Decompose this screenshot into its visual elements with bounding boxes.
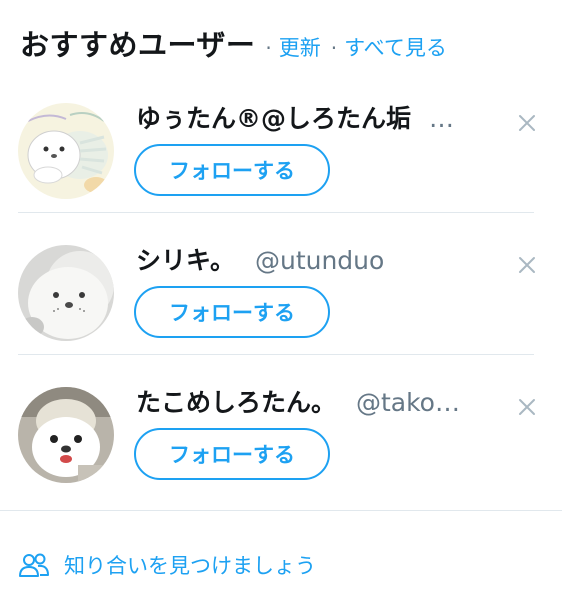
user-name-line: シリキ。 @utunduo [136, 244, 486, 278]
recommendations-header: おすすめユーザー · 更新 · すべて見る [20, 22, 447, 62]
section-divider [0, 510, 562, 511]
find-people-link[interactable]: 知り合いを見つけましょう [18, 548, 316, 582]
display-name[interactable]: たこめしろたん。 [136, 388, 336, 417]
people-icon [19, 553, 49, 577]
separator-dot: · [265, 36, 272, 60]
truncation-ellipsis: … [434, 388, 460, 417]
row-divider [18, 354, 534, 355]
separator-dot: · [330, 36, 338, 60]
avatar[interactable] [18, 245, 114, 341]
truncation-ellipsis: … [428, 104, 454, 133]
user-handle[interactable]: @utunduo [255, 246, 384, 275]
user-name-line: たこめしろたん。 @tako… [136, 386, 486, 420]
follow-button[interactable]: フォローする [134, 286, 330, 338]
find-people-label[interactable]: 知り合いを見つけましょう [64, 550, 316, 580]
close-icon[interactable] [514, 110, 540, 136]
view-all-link[interactable]: すべて見る [344, 32, 447, 62]
user-suggestion-1: ゆぅたん®@しろたん垢 … フォローする [0, 88, 562, 230]
follow-button[interactable]: フォローする [134, 144, 330, 196]
user-suggestion-2: シリキ。 @utunduo フォローする [0, 230, 562, 372]
seal-avatar-image [18, 245, 114, 341]
follow-button[interactable]: フォローする [134, 428, 330, 480]
seal-avatar-image [18, 103, 114, 199]
display-name[interactable]: シリキ。 [136, 246, 235, 275]
user-name-line: ゆぅたん®@しろたん垢 … [136, 102, 486, 136]
avatar[interactable] [18, 103, 114, 199]
seal-avatar-image [18, 387, 114, 483]
close-icon[interactable] [514, 394, 540, 420]
display-name[interactable]: ゆぅたん®@しろたん垢 [136, 104, 411, 133]
avatar[interactable] [18, 387, 114, 483]
user-suggestion-3: たこめしろたん。 @tako… フォローする [0, 372, 562, 514]
close-icon[interactable] [514, 252, 540, 278]
row-divider [18, 212, 534, 213]
module-title: おすすめユーザー [20, 28, 256, 62]
refresh-link[interactable]: 更新 [279, 32, 321, 62]
user-handle[interactable]: @tako [356, 388, 435, 417]
